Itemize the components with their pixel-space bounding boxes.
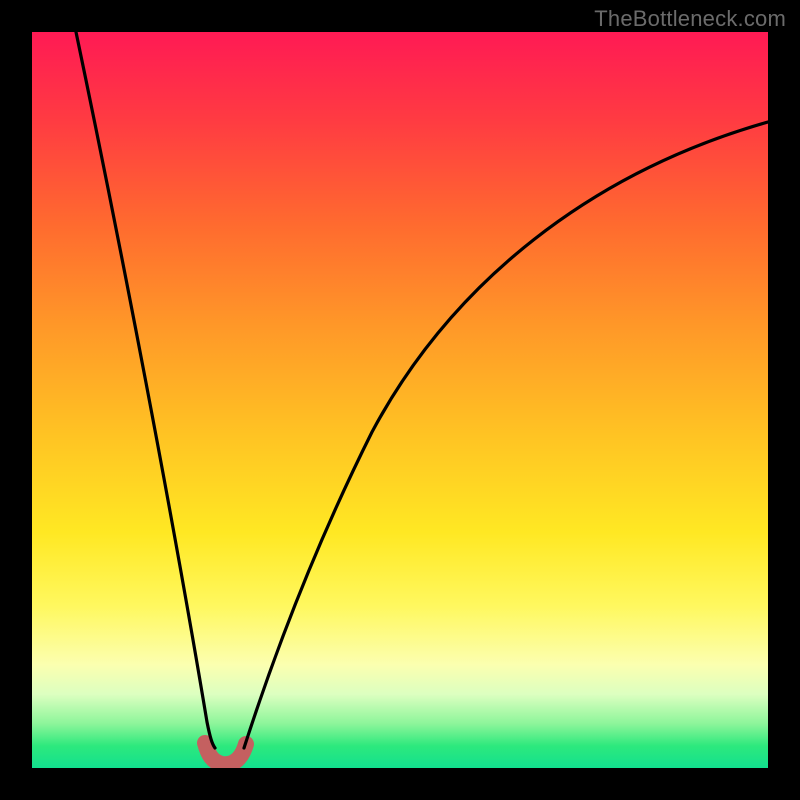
bottleneck-curve: [32, 32, 768, 768]
chart-frame: TheBottleneck.com: [0, 0, 800, 800]
curve-left-branch: [76, 32, 215, 748]
curve-minimum-marker: [205, 743, 246, 764]
plot-area: [32, 32, 768, 768]
curve-right-branch: [244, 122, 768, 748]
watermark-text: TheBottleneck.com: [594, 6, 786, 32]
